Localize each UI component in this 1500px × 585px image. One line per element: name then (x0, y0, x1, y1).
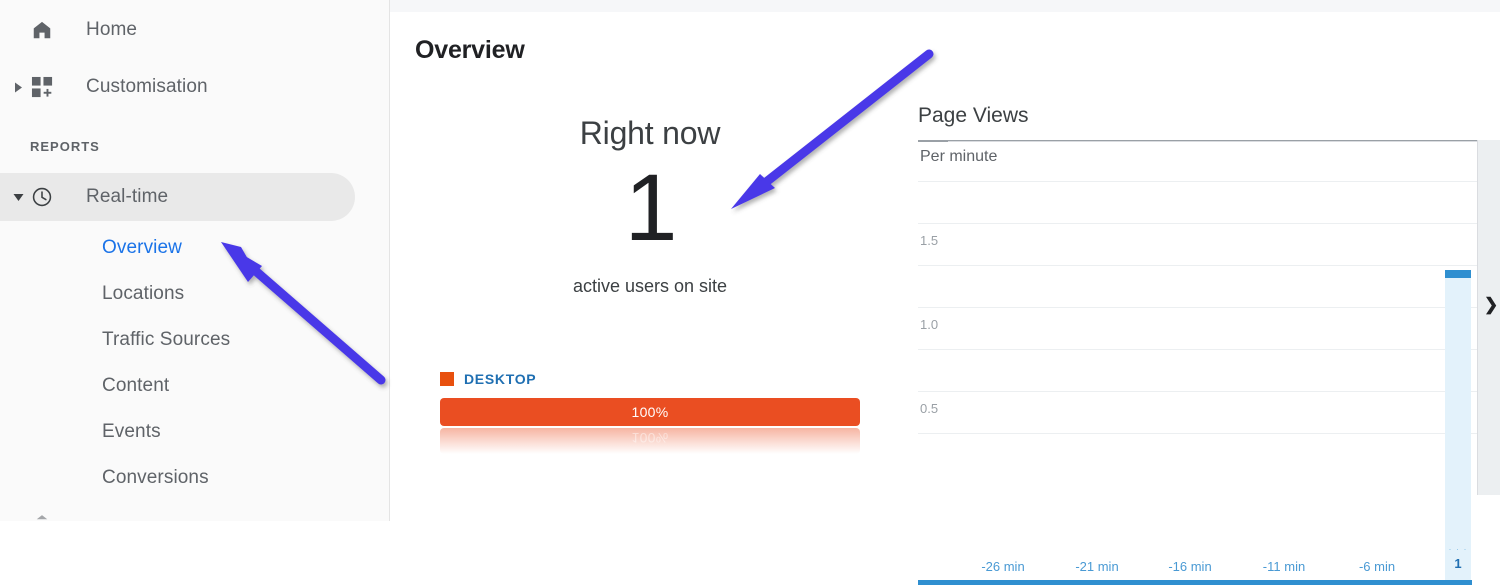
gridline (918, 307, 1480, 308)
top-strip (390, 0, 1500, 12)
sidebar-item-locations[interactable]: Locations (0, 271, 355, 317)
column-dots-indicator: · · · (1448, 544, 1468, 554)
chart-subtitle: Per minute (920, 148, 998, 165)
bar-minute--1[interactable] (1445, 270, 1471, 278)
sidebar-item-conversions[interactable]: Conversions (0, 455, 355, 501)
x-tick-label-3: -11 min (1262, 559, 1306, 574)
sidebar-item-label-events: Events (102, 421, 161, 442)
device-share-percent: 100% (631, 404, 669, 420)
x-tick-label-0: -26 min (981, 559, 1025, 574)
partial-next-nav-icon (33, 514, 51, 521)
customisation-grid-icon (30, 75, 54, 99)
x-tick-label-2: -16 min (1168, 559, 1212, 574)
sidebar-section-reports: REPORTS (30, 139, 100, 154)
sidebar-item-label-conversions: Conversions (102, 467, 209, 488)
sidebar-item-content[interactable]: Content (0, 363, 355, 409)
left-sidebar-nav: Home Customisation REPORTS Real-time Ove… (0, 0, 390, 521)
device-share-bar-reflection: 100% (440, 428, 860, 454)
gridline (918, 223, 1480, 224)
sidebar-item-label-overview: Overview (102, 237, 182, 258)
y-tick-label-1-5: 1.5 (920, 233, 939, 248)
active-users-count: 1 (624, 155, 678, 261)
device-share-percent-reflection: 100% (631, 430, 669, 446)
page-views-plot[interactable] (918, 168, 1500, 458)
chevron-right-icon[interactable]: ❯ (1484, 296, 1498, 313)
sidebar-item-label-home: Home (86, 19, 138, 40)
clock-icon (30, 185, 54, 209)
chevron-down-icon[interactable] (12, 191, 24, 203)
google-analytics-realtime-overview: Home Customisation REPORTS Real-time Ove… (0, 0, 1500, 585)
highlighted-column[interactable] (1445, 272, 1471, 580)
gridline (918, 391, 1480, 392)
x-axis-line (918, 580, 1472, 585)
device-share-bar-wrap: 100% 100% (440, 398, 860, 454)
gridline (918, 265, 1480, 266)
legend-label-desktop: DESKTOP (464, 371, 537, 387)
sidebar-item-home[interactable]: Home (0, 6, 355, 54)
chart-header-rule-light (948, 141, 1500, 142)
chart-title: Page Views (918, 104, 1029, 127)
right-rail-panel (1477, 140, 1500, 495)
sidebar-item-overview[interactable]: Overview (0, 225, 355, 271)
sidebar-item-label-content: Content (102, 375, 170, 396)
sidebar-item-traffic-sources[interactable]: Traffic Sources (0, 317, 355, 363)
y-tick-label-1-0: 1.0 (920, 317, 939, 332)
device-legend-desktop[interactable]: DESKTOP (440, 371, 536, 387)
y-tick-label-0-5: 0.5 (920, 401, 939, 416)
sidebar-item-real-time[interactable]: Real-time (0, 173, 355, 221)
gridline (918, 181, 1480, 182)
home-icon (30, 18, 54, 42)
sidebar-item-label-customisation: Customisation (86, 76, 208, 97)
page-title: Overview (415, 36, 525, 64)
right-now-title: Right now (579, 115, 721, 151)
device-share-bar-desktop[interactable]: 100% (440, 398, 860, 426)
right-now-card: Right now 1 active users on site (390, 115, 910, 297)
sidebar-item-label-real-time: Real-time (86, 186, 169, 207)
sidebar-item-customisation[interactable]: Customisation (0, 63, 355, 111)
active-users-caption: active users on site (572, 276, 728, 296)
sidebar-item-label-locations: Locations (102, 283, 185, 304)
x-tick-label-1: -21 min (1075, 559, 1119, 574)
sidebar-item-events[interactable]: Events (0, 409, 355, 455)
sidebar-item-label-traffic-sources: Traffic Sources (102, 329, 231, 350)
chevron-right-icon[interactable] (12, 81, 24, 93)
gridline (918, 433, 1480, 434)
page-views-chart-card: Page Views Per minute 1.5 1.0 0.5 · · · (918, 104, 1500, 585)
main-content: Overview Right now 1 active users on sit… (390, 0, 1500, 585)
highlighted-column-value: 1 (1454, 556, 1462, 571)
x-tick-label-4: -6 min (1358, 559, 1396, 574)
legend-swatch-icon (440, 372, 454, 386)
gridline (918, 349, 1480, 350)
